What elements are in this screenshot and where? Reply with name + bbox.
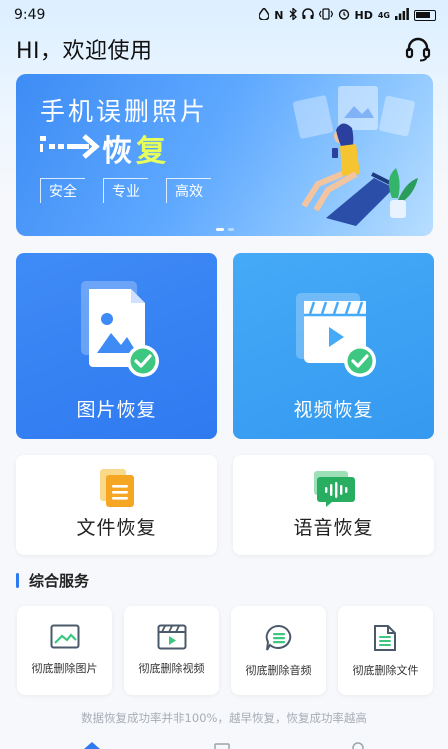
delete-files-label: 彻底删除文件 [352,664,419,677]
delete-images-label: 彻底删除图片 [31,662,98,675]
delete-videos-card[interactable]: 彻底删除视频 [124,606,219,695]
greeting-title: HI，欢迎使用 [16,39,153,64]
header: HI，欢迎使用 [16,32,432,66]
audio-recovery-card[interactable]: 语音恢复 [233,455,434,555]
video-check-icon [295,293,376,377]
bottom-nav-partial [84,742,364,749]
headphone-icon [301,7,314,23]
delete-audio-label: 彻底删除音频 [245,664,312,677]
image-icon [50,624,79,649]
home-tab-icon [84,742,100,749]
arrow-icon [40,134,100,159]
hd-label: HD [354,8,373,22]
voice-message-icon [313,471,355,507]
banner-subtitle-main: 恢 [102,134,136,169]
pagination-dot[interactable] [216,228,224,231]
network-label: 4G [377,10,390,20]
delete-audio-card[interactable]: 彻底删除音频 [231,606,326,695]
battery-icon [414,9,436,21]
image-check-icon [80,281,159,377]
bluetooth-icon [289,6,297,23]
banner-subtitle: 恢复 [102,126,170,170]
signal-icon [395,7,409,23]
headset-icon[interactable] [404,35,432,63]
video-recovery-label: 视频恢复 [293,399,374,421]
file-recovery-label: 文件恢复 [76,517,157,539]
banner-pagination [216,228,234,231]
status-icons: N HD 4G [258,6,436,23]
banner-tag: 专业 [103,178,148,203]
nfc-icon: N [274,8,284,22]
status-time: 9:49 [14,7,46,23]
file-recovery-card[interactable]: 文件恢复 [16,455,217,555]
delete-images-card[interactable]: 彻底删除图片 [17,606,112,695]
section-accent-bar [16,573,19,588]
banner-title: 手机误删照片 [40,97,209,126]
services-section-title: 综合服务 [16,570,89,591]
vibrate-icon [318,7,333,23]
video-icon [157,624,186,650]
profile-tab-icon [352,742,364,749]
delete-files-card[interactable]: 彻底删除文件 [338,606,433,695]
pagination-dot[interactable] [228,228,234,231]
records-tab-icon [214,743,230,749]
alarm-icon [338,8,350,23]
status-bar: 9:49 N HD 4G [0,0,448,30]
banner-tag: 高效 [166,178,211,203]
photo-recovery-card[interactable]: 图片恢复 [16,253,217,439]
banner-tag: 安全 [40,178,85,203]
audio-recovery-label: 语音恢复 [293,517,374,539]
banner-subtitle-highlight: 复 [136,134,170,169]
document-icon [99,469,134,507]
delete-videos-label: 彻底删除视频 [138,662,205,675]
banner-tags: 安全 专业 高效 [40,178,211,203]
success-rate-note: 数据恢复成功率并非100%，越早恢复，恢复成功率越高 [81,711,367,725]
file-icon [373,625,396,651]
promo-banner[interactable]: 手机误删照片 恢复 安全 专业 高效 [16,74,433,236]
audio-icon [265,624,291,651]
photo-recovery-label: 图片恢复 [76,399,157,421]
reading-woman-illustration [292,86,418,226]
services-title: 综合服务 [29,572,90,590]
drop-icon [258,6,271,23]
video-recovery-card[interactable]: 视频恢复 [233,253,434,439]
